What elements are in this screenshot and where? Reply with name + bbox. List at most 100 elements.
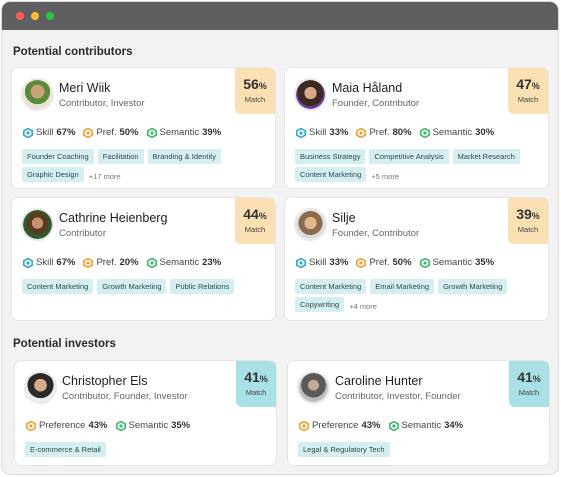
skill-tag[interactable]: Competitive Analysis	[369, 149, 449, 164]
match-percent: 56	[243, 76, 259, 92]
match-label: Match	[244, 225, 266, 234]
score-semantic: Semantic 30%	[419, 127, 494, 138]
skill-icon	[296, 257, 306, 268]
preference-icon	[356, 257, 367, 268]
tag-list: Business Strategy Competitive Analysis Mar…	[295, 149, 527, 185]
app-window: Potential contributors Potential investo…	[1, 1, 559, 475]
skill-tag[interactable]: Content Marketing	[295, 279, 367, 294]
score-value: 50%	[392, 257, 412, 268]
semantic-icon	[115, 420, 126, 431]
investor-card[interactable]: Christopher Els Contributor, Founder, In…	[15, 361, 276, 465]
score-pref: Pref. 50%	[83, 127, 139, 138]
contributor-card[interactable]: Maia Håland Founder, Contributor 47% Mat…	[285, 68, 548, 188]
investor-card[interactable]: Caroline Hunter Contributor, Investor, F…	[288, 361, 549, 465]
preference-icon	[299, 420, 309, 431]
score-label: Semantic	[159, 127, 200, 138]
person-name[interactable]: Christopher Els	[62, 374, 147, 388]
tag-list: Content Marketing Email Marketing Growth M…	[295, 279, 527, 315]
skill-tag[interactable]: Founder Coaching	[22, 149, 94, 164]
window-titlebar	[2, 2, 558, 30]
score-skill: Skill 33%	[296, 127, 348, 138]
contributors-section-title: Potential contributors	[13, 46, 133, 58]
person-name[interactable]: Silje	[332, 211, 356, 225]
match-percent: 47	[516, 76, 532, 92]
skill-icon	[296, 127, 306, 138]
match-badge: 39% Match	[508, 198, 548, 244]
semantic-icon	[419, 127, 430, 138]
tag-list: Legal & Regulatory Tech	[298, 442, 530, 460]
match-label: Match	[517, 95, 539, 104]
score-label: Preference	[39, 420, 86, 431]
skill-tag[interactable]: Branding & Identity	[147, 149, 221, 164]
person-name[interactable]: Maia Håland	[332, 81, 402, 95]
tag-list: Founder Coaching Facilitation Branding & I…	[22, 149, 254, 185]
person-name[interactable]: Caroline Hunter	[335, 374, 423, 388]
skill-tag[interactable]: Market Research	[452, 149, 520, 164]
more-tags-link[interactable]: +17 more	[89, 172, 121, 181]
skill-icon	[23, 257, 33, 268]
score-row: Skill 67% Pref. 20% Semantic 23%	[23, 257, 229, 271]
score-skill: Skill 33%	[296, 257, 348, 268]
match-badge: 44% Match	[235, 198, 275, 244]
avatar	[21, 78, 54, 111]
match-badge: 41% Match	[509, 361, 549, 407]
investors-section-title: Potential investors	[13, 338, 116, 350]
skill-tag[interactable]: E-commerce & Retail	[25, 442, 106, 457]
score-label: Semantic	[432, 257, 473, 268]
avatar	[294, 208, 327, 241]
contributor-card[interactable]: Meri Wiik Contributor, Investor 56% Matc…	[12, 68, 275, 188]
more-tags-link[interactable]: +5 more	[371, 172, 399, 181]
skill-tag[interactable]: Business Strategy	[295, 149, 366, 164]
score-value: 43%	[361, 420, 381, 431]
contributor-card[interactable]: Silje Founder, Contributor 39% Match Ski…	[285, 198, 548, 320]
skill-tag[interactable]: Growth Marketing	[438, 279, 508, 294]
skill-tag[interactable]: Growth Marketing	[97, 279, 167, 294]
score-label: Pref.	[369, 127, 390, 138]
skill-tag[interactable]: Content Marketing	[295, 167, 367, 182]
close-window-button[interactable]	[16, 12, 24, 20]
match-badge: 47% Match	[508, 68, 548, 114]
score-label: Semantic	[128, 420, 169, 431]
score-semantic: Semantic 35%	[115, 420, 191, 431]
skill-tag[interactable]: Public Relations	[170, 279, 235, 294]
person-role: Contributor, Investor, Founder	[335, 391, 461, 402]
semantic-icon	[146, 127, 157, 138]
person-role: Founder, Contributor	[332, 98, 420, 109]
avatar	[24, 371, 57, 404]
score-pref: Pref. 20%	[83, 257, 139, 268]
score-value: 39%	[202, 127, 222, 138]
score-label: Skill	[309, 127, 327, 138]
score-pref: Pref. 50%	[356, 257, 412, 268]
contributor-card[interactable]: Cathrine Heienberg Contributor 44% Match…	[12, 198, 275, 320]
preference-icon	[83, 127, 94, 138]
match-label: Match	[518, 388, 540, 397]
score-semantic: Semantic 35%	[419, 257, 494, 268]
avatar	[21, 208, 54, 241]
score-label: Skill	[36, 127, 54, 138]
score-preference: Preference 43%	[26, 420, 108, 431]
minimize-window-button[interactable]	[31, 12, 39, 20]
skill-tag[interactable]: Email Marketing	[370, 279, 435, 294]
match-percent: 39	[516, 206, 532, 222]
person-name[interactable]: Meri Wiik	[59, 81, 110, 95]
person-name[interactable]: Cathrine Heienberg	[59, 211, 167, 225]
score-label: Skill	[36, 257, 54, 268]
person-role: Founder, Contributor	[332, 228, 420, 239]
score-value: 35%	[171, 420, 191, 431]
tag-list: Content Marketing Growth Marketing Public …	[22, 279, 254, 297]
more-tags-link[interactable]: +4 more	[349, 302, 377, 311]
skill-tag[interactable]: Copywriting	[295, 297, 345, 312]
avatar	[297, 371, 330, 404]
preference-icon	[356, 127, 367, 138]
person-role: Contributor, Investor	[59, 98, 145, 109]
score-value: 34%	[444, 420, 464, 431]
score-row: Preference 43% Semantic 34%	[299, 420, 471, 434]
skill-tag[interactable]: Content Marketing	[22, 279, 94, 294]
skill-tag[interactable]: Legal & Regulatory Tech	[298, 442, 390, 457]
semantic-icon	[388, 420, 399, 431]
skill-tag[interactable]: Facilitation	[97, 149, 144, 164]
maximize-window-button[interactable]	[46, 12, 54, 20]
skill-tag[interactable]: Graphic Design	[22, 167, 84, 182]
score-label: Skill	[309, 257, 327, 268]
score-preference: Preference 43%	[299, 420, 381, 431]
